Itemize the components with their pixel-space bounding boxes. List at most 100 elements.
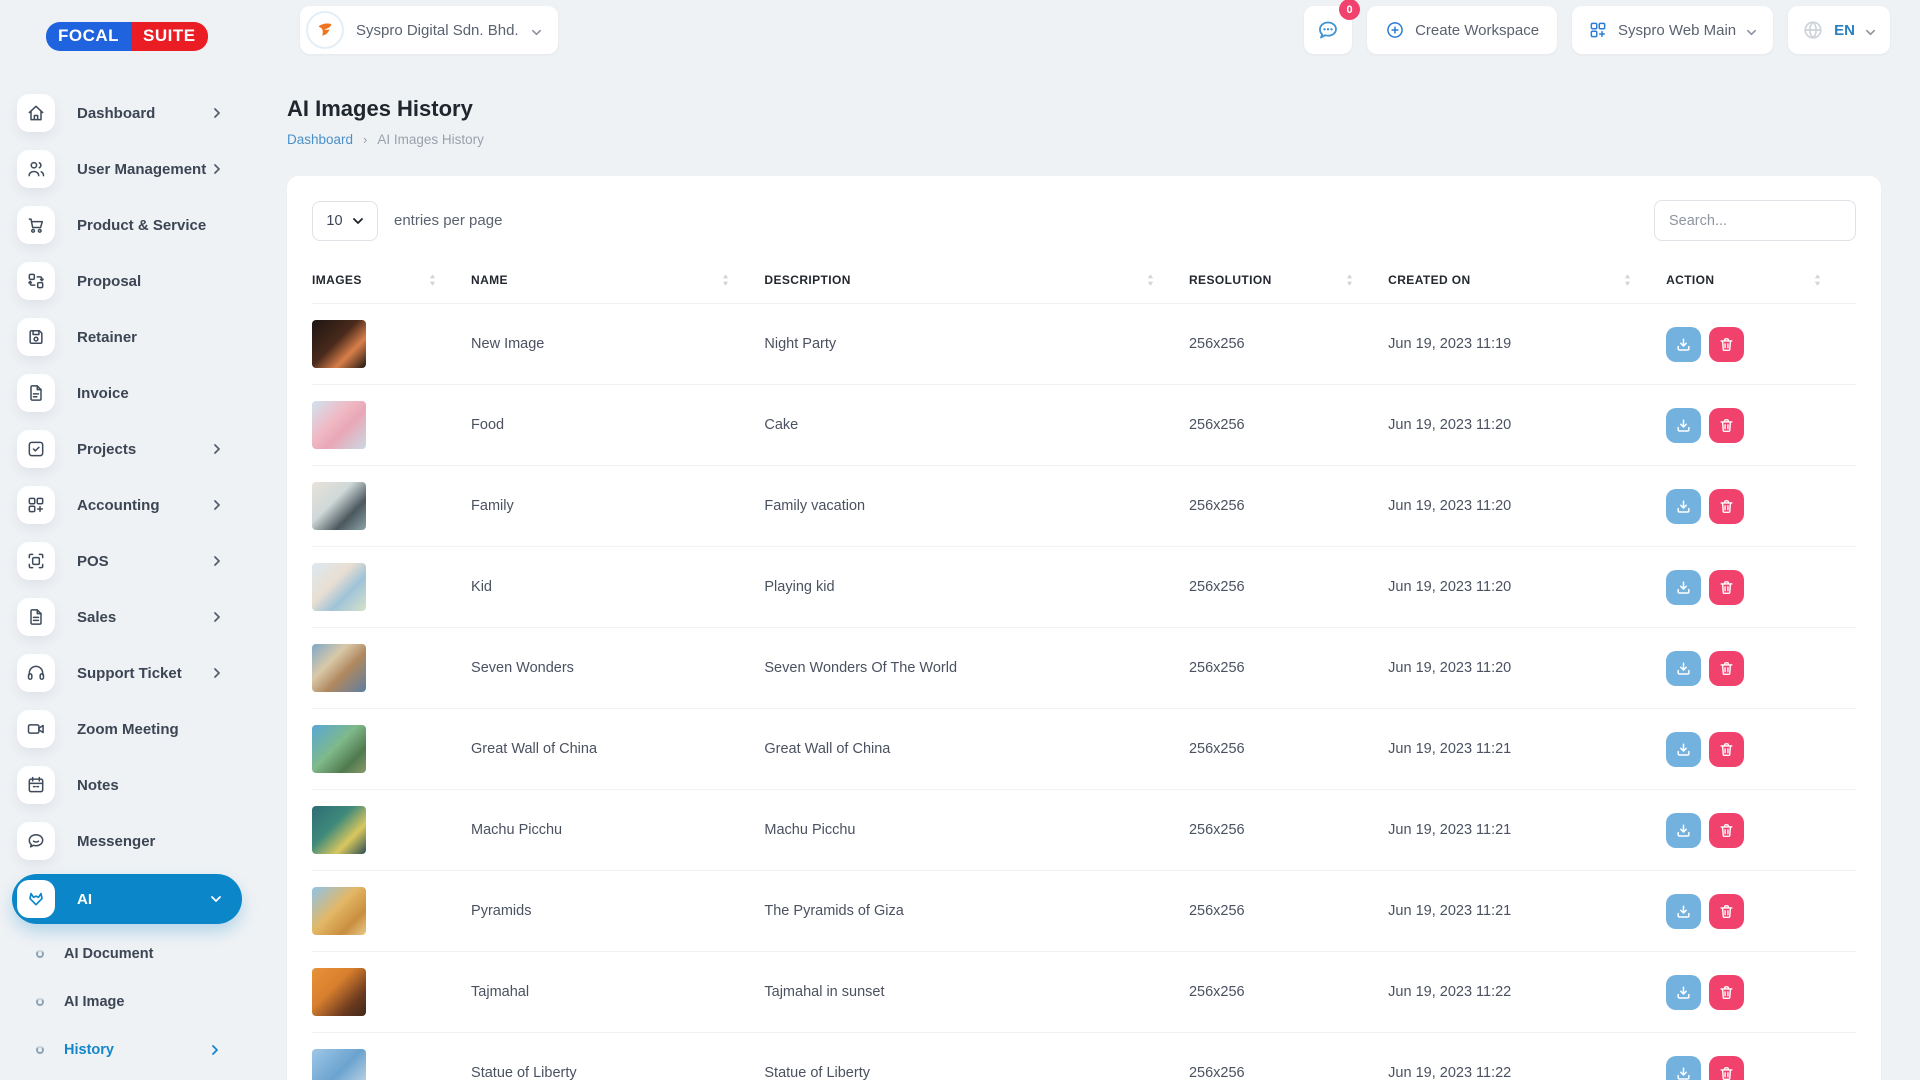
workspace-selector[interactable]: Syspro Digital Sdn. Bhd. <box>300 6 558 54</box>
sort-icon[interactable] <box>721 273 730 287</box>
delete-button[interactable] <box>1709 651 1744 686</box>
breadcrumb-current: AI Images History <box>377 132 484 147</box>
row-thumbnail-image <box>312 725 366 773</box>
sort-icon[interactable] <box>1623 273 1632 287</box>
download-button[interactable] <box>1666 327 1701 362</box>
search-input[interactable] <box>1654 200 1856 241</box>
table-column-header: RESOLUTION <box>1189 253 1388 304</box>
focal-suite-logo[interactable]: FOCAL SUITE <box>46 22 208 51</box>
row-name: New Image <box>471 336 544 352</box>
floppy-icon <box>26 327 46 347</box>
chevron-down-icon <box>352 215 364 227</box>
sidebar-item-support-ticket[interactable]: Support Ticket <box>0 645 245 701</box>
sidebar-item-notes[interactable]: Notes <box>0 757 245 813</box>
row-thumbnail-image <box>312 320 366 368</box>
row-name: Machu Picchu <box>471 822 562 838</box>
video-icon <box>26 719 46 739</box>
delete-button[interactable] <box>1709 813 1744 848</box>
download-button[interactable] <box>1666 1056 1701 1080</box>
chevron-down-icon <box>1865 25 1876 36</box>
create-workspace-button[interactable]: Create Workspace <box>1367 6 1557 54</box>
delete-button[interactable] <box>1709 570 1744 605</box>
table-row: Kid Playing kid 256x256 Jun 19, 2023 11:… <box>312 547 1856 628</box>
download-button[interactable] <box>1666 813 1701 848</box>
chevron-right-icon <box>211 163 223 175</box>
download-icon <box>1675 417 1692 434</box>
sidebar-icon-tile <box>17 654 55 692</box>
sidebar-item-history[interactable]: History <box>0 1026 245 1074</box>
download-icon <box>1675 903 1692 920</box>
row-actions <box>1666 327 1848 362</box>
sort-icon[interactable] <box>1813 273 1822 287</box>
bullet-icon <box>36 1046 44 1054</box>
sidebar-item-invoice[interactable]: Invoice <box>0 365 245 421</box>
bullet-icon <box>36 950 44 958</box>
sidebar-item-proposal[interactable]: Proposal <box>0 253 245 309</box>
delete-button[interactable] <box>1709 1056 1744 1080</box>
entries-per-page-label: entries per page <box>394 212 502 229</box>
sidebar-item-ai[interactable]: AI <box>12 874 242 924</box>
row-created-on: Jun 19, 2023 11:21 <box>1388 822 1511 838</box>
download-button[interactable] <box>1666 408 1701 443</box>
download-button[interactable] <box>1666 570 1701 605</box>
ai-icon-tile <box>17 880 55 918</box>
delete-button[interactable] <box>1709 894 1744 929</box>
trash-icon <box>1718 417 1735 434</box>
language-label: EN <box>1834 22 1855 39</box>
sidebar-item-sales[interactable]: Sales <box>0 589 245 645</box>
breadcrumb: Dashboard › AI Images History <box>287 132 1881 147</box>
sidebar-item-dashboard[interactable]: Dashboard <box>0 85 245 141</box>
sidebar-item-ai-image[interactable]: AI Image <box>0 978 245 1026</box>
breadcrumb-separator: › <box>363 132 367 147</box>
download-button[interactable] <box>1666 651 1701 686</box>
delete-button[interactable] <box>1709 489 1744 524</box>
row-actions <box>1666 894 1848 929</box>
sort-icon[interactable] <box>1146 273 1155 287</box>
download-button[interactable] <box>1666 489 1701 524</box>
download-button[interactable] <box>1666 894 1701 929</box>
row-description: Cake <box>764 417 798 433</box>
sidebar-item-label: Zoom Meeting <box>77 721 179 738</box>
row-actions <box>1666 813 1848 848</box>
sort-icon[interactable] <box>428 273 437 287</box>
language-selector[interactable]: EN <box>1788 6 1890 54</box>
row-description: Tajmahal in sunset <box>764 984 884 1000</box>
table-column-header: CREATED ON <box>1388 253 1666 304</box>
delete-button[interactable] <box>1709 975 1744 1010</box>
messages-button[interactable]: 0 <box>1304 6 1352 54</box>
entries-per-page-select[interactable]: 10 <box>312 201 378 241</box>
download-icon <box>1675 822 1692 839</box>
chat-bubble-icon <box>1316 18 1340 42</box>
row-resolution: 256x256 <box>1189 498 1245 514</box>
sidebar-item-accounting[interactable]: Accounting <box>0 477 245 533</box>
download-button[interactable] <box>1666 975 1701 1010</box>
sort-icon[interactable] <box>1345 273 1354 287</box>
breadcrumb-dashboard-link[interactable]: Dashboard <box>287 132 353 147</box>
table-row: Great Wall of China Great Wall of China … <box>312 709 1856 790</box>
table-row: Tajmahal Tajmahal in sunset 256x256 Jun … <box>312 952 1856 1033</box>
sidebar-item-retainer[interactable]: Retainer <box>0 309 245 365</box>
sidebar-item-projects[interactable]: Projects <box>0 421 245 477</box>
sidebar-item-ai-document[interactable]: AI Document <box>0 930 245 978</box>
download-button[interactable] <box>1666 732 1701 767</box>
sidebar-icon-tile <box>17 822 55 860</box>
delete-button[interactable] <box>1709 732 1744 767</box>
row-thumbnail-image <box>312 1049 366 1080</box>
sidebar-item-zoom-meeting[interactable]: Zoom Meeting <box>0 701 245 757</box>
table-column-header: IMAGES <box>312 253 471 304</box>
trash-icon <box>1718 336 1735 353</box>
sidebar-item-user-management[interactable]: User Management <box>0 141 245 197</box>
row-name: Great Wall of China <box>471 741 597 757</box>
sidebar-item-messenger[interactable]: Messenger <box>0 813 245 869</box>
delete-button[interactable] <box>1709 408 1744 443</box>
sidebar-item-pos[interactable]: POS <box>0 533 245 589</box>
headset-icon <box>26 663 46 683</box>
row-thumbnail-image <box>312 968 366 1016</box>
row-thumbnail-image <box>312 401 366 449</box>
web-main-selector[interactable]: Syspro Web Main <box>1572 6 1773 54</box>
chevron-down-icon <box>210 893 222 905</box>
row-thumbnail-image <box>312 482 366 530</box>
logo-suite: SUITE <box>131 22 208 51</box>
sidebar-item-product-service[interactable]: Product & Service <box>0 197 245 253</box>
delete-button[interactable] <box>1709 327 1744 362</box>
